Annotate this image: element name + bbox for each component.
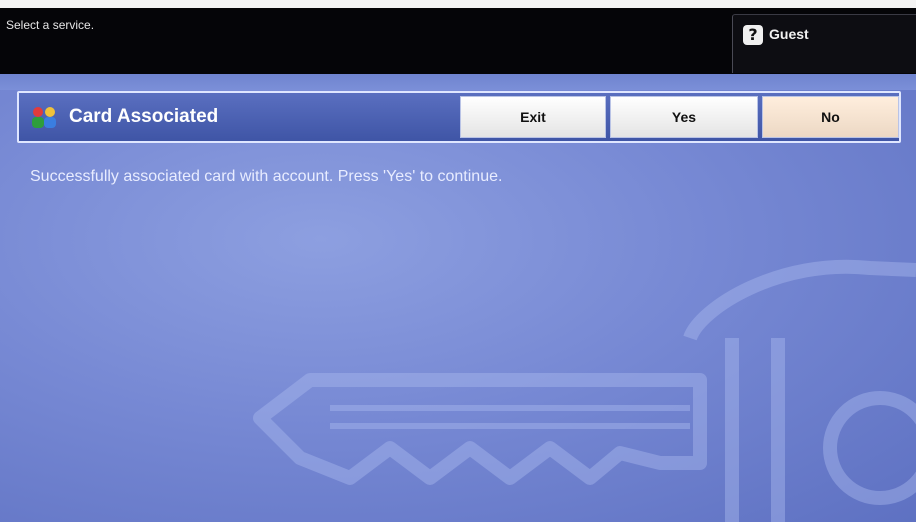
no-button[interactable]: No — [762, 96, 899, 138]
dialog-title: Card Associated — [69, 106, 219, 127]
guest-user-icon: ? — [743, 25, 763, 45]
top-status-bar: Select a service. ? Guest — [0, 8, 916, 74]
status-message: Select a service. — [6, 18, 95, 32]
user-label: Guest — [769, 26, 809, 42]
yes-button[interactable]: Yes — [610, 96, 758, 138]
exit-button[interactable]: Exit — [460, 96, 606, 138]
people-icon — [32, 107, 56, 128]
confirmation-message: Successfully associated card with accoun… — [30, 168, 503, 185]
user-login-button[interactable]: ? Guest — [732, 14, 916, 73]
dialog-title-bar: Card Associated Exit Yes No — [17, 91, 901, 143]
touchscreen-display: Select a service. ? Guest Card Associate… — [0, 8, 916, 522]
header-band — [0, 74, 916, 90]
